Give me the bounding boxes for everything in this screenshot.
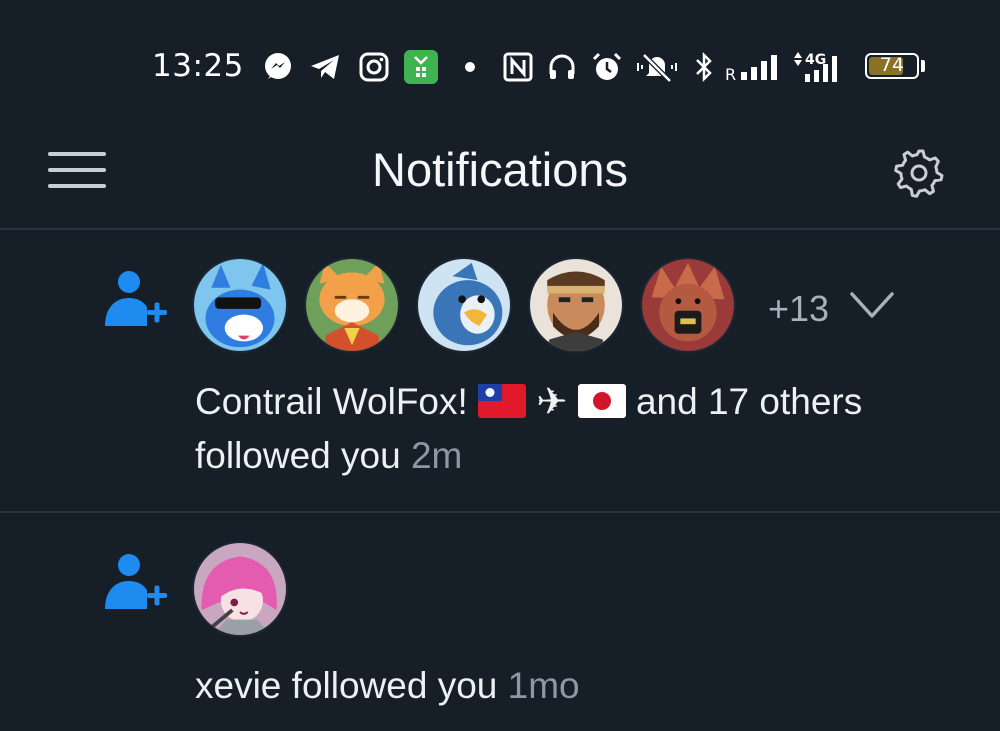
avatar[interactable] <box>416 257 512 353</box>
avatar[interactable] <box>640 257 736 353</box>
notification-action: followed you <box>195 435 401 476</box>
more-avatars-count: +13 <box>768 288 830 329</box>
avatar[interactable] <box>192 257 288 353</box>
japan-flag-icon <box>577 381 626 431</box>
chevron-down-icon[interactable] <box>848 286 896 326</box>
follower-name[interactable]: Contrail WolFox! <box>195 381 468 422</box>
notification-text: Contrail WolFox! ✈ and 17 others followe… <box>195 377 862 481</box>
others-count[interactable]: and 17 others <box>636 381 862 422</box>
airplane-emoji: ✈ <box>536 381 568 422</box>
avatar[interactable] <box>192 541 288 637</box>
follower-name[interactable]: xevie <box>195 665 281 706</box>
notification-item[interactable]: +13 Contrail WolFox! ✈ and 17 others fol… <box>0 0 1000 512</box>
notification-item[interactable]: xevie followed you 1mo <box>0 513 1000 731</box>
notifications-screen: 13:25 R 4G 74 Notifications +13 Contrail… <box>0 0 1000 731</box>
avatar[interactable] <box>304 257 400 353</box>
person-add-icon <box>103 551 167 615</box>
taiwan-flag-icon <box>478 381 527 431</box>
notification-action: followed you <box>291 665 498 706</box>
avatar[interactable] <box>528 257 624 353</box>
person-add-icon <box>103 268 167 332</box>
notification-text: xevie followed you 1mo <box>195 661 580 711</box>
notification-time: 2m <box>410 435 463 476</box>
notification-time: 1mo <box>507 665 580 706</box>
